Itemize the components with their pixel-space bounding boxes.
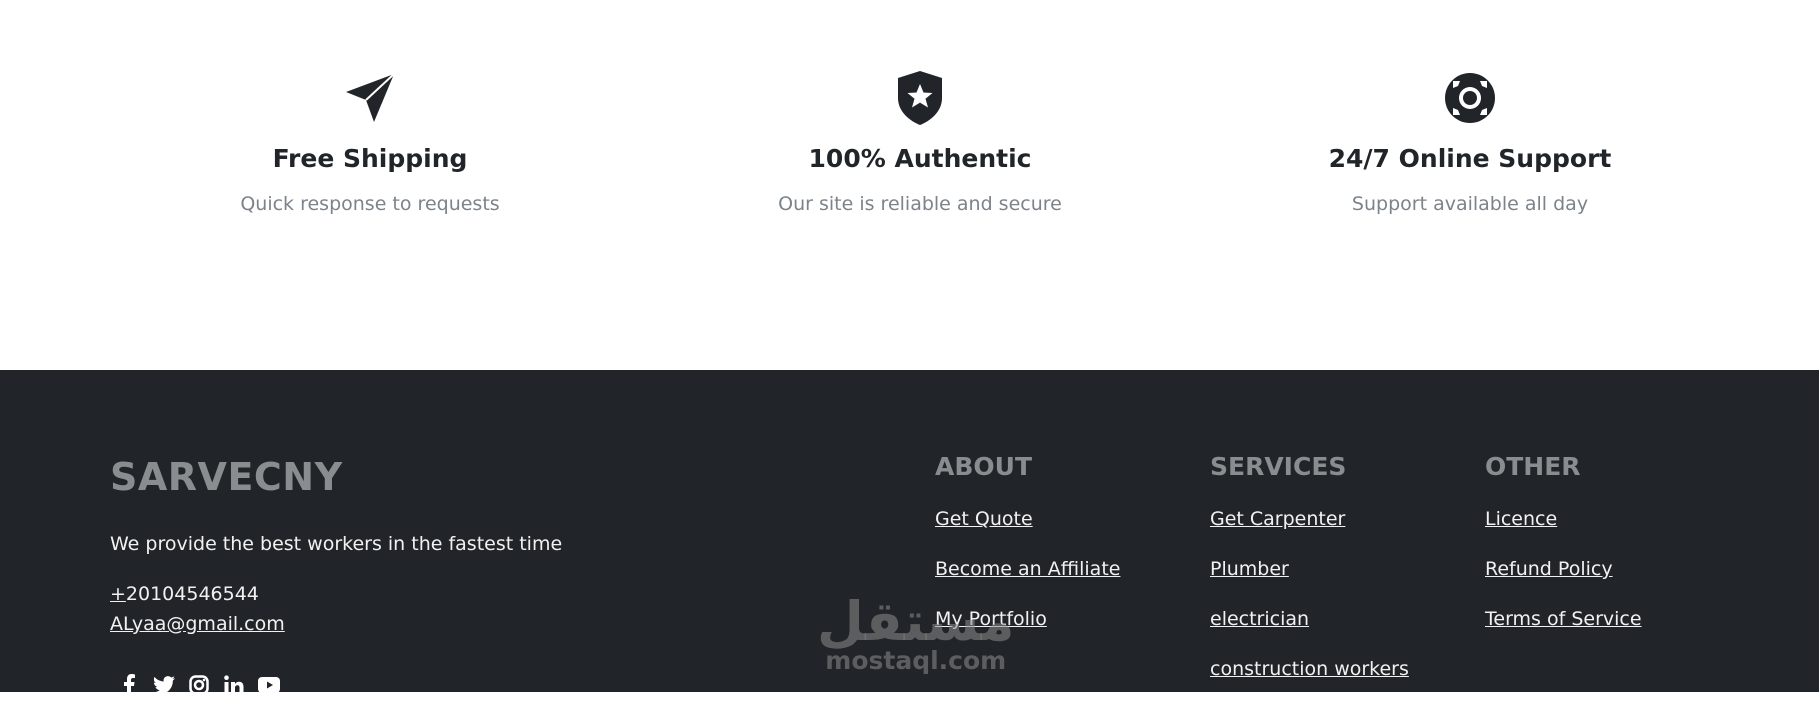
phone-plus: +	[110, 583, 126, 605]
footer-email-link[interactable]: ALyaa@gmail.com	[110, 613, 285, 635]
feature-description: Quick response to requests	[240, 193, 500, 215]
paper-plane-icon	[342, 70, 398, 126]
facebook-icon[interactable]	[118, 674, 140, 696]
footer-column-heading: ABOUT	[935, 452, 1033, 481]
feature-description: Our site is reliable and secure	[778, 193, 1062, 215]
youtube-icon[interactable]	[258, 674, 280, 696]
shield-star-icon	[892, 70, 948, 126]
linkedin-icon[interactable]	[223, 674, 245, 696]
footer-phone[interactable]: +20104546544	[110, 583, 259, 605]
footer-link-terms-of-service[interactable]: Terms of Service	[1485, 607, 1642, 631]
watermark: مستقل mostaql.com	[817, 590, 1015, 676]
footer-link-get-carpenter[interactable]: Get Carpenter	[1210, 507, 1409, 531]
footer-column-services: SERVICES Get Carpenter Plumber electrici…	[1210, 452, 1409, 707]
footer-brand: SARVECNY	[110, 455, 343, 499]
footer-link-refund-policy[interactable]: Refund Policy	[1485, 557, 1642, 581]
features-section: Free Shipping Quick response to requests…	[0, 0, 1819, 370]
life-ring-icon	[1442, 70, 1498, 126]
feature-title: Free Shipping	[272, 144, 468, 173]
feature-title: 100% Authentic	[808, 144, 1032, 173]
footer-column-other: OTHER Licence Refund Policy Terms of Ser…	[1485, 452, 1642, 657]
feature-description: Support available all day	[1351, 193, 1589, 215]
footer-link-become-affiliate[interactable]: Become an Affiliate	[935, 557, 1120, 581]
footer-link-licence[interactable]: Licence	[1485, 507, 1642, 531]
feature-free-shipping: Free Shipping Quick response to requests	[110, 70, 630, 215]
footer-link-plumber[interactable]: Plumber	[1210, 557, 1409, 581]
watermark-latin: mostaql.com	[825, 646, 1007, 675]
footer-tagline: We provide the best workers in the faste…	[110, 533, 563, 555]
footer-link-construction-workers[interactable]: construction workers	[1210, 657, 1409, 681]
feature-authentic: 100% Authentic Our site is reliable and …	[660, 70, 1180, 215]
watermark-arabic: مستقل	[817, 590, 1015, 653]
site-footer: SARVECNY We provide the best workers in …	[0, 370, 1819, 696]
footer-column-heading: SERVICES	[1210, 452, 1347, 481]
social-links	[118, 674, 280, 696]
footer-column-heading: OTHER	[1485, 452, 1581, 481]
instagram-icon[interactable]	[188, 674, 210, 696]
footer-link-electrician[interactable]: electrician	[1210, 607, 1409, 631]
footer-link-get-quote[interactable]: Get Quote	[935, 507, 1120, 531]
feature-title: 24/7 Online Support	[1328, 144, 1612, 173]
feature-online-support: 24/7 Online Support Support available al…	[1210, 70, 1730, 215]
phone-number: 20104546544	[125, 583, 259, 605]
twitter-icon[interactable]	[153, 674, 175, 696]
